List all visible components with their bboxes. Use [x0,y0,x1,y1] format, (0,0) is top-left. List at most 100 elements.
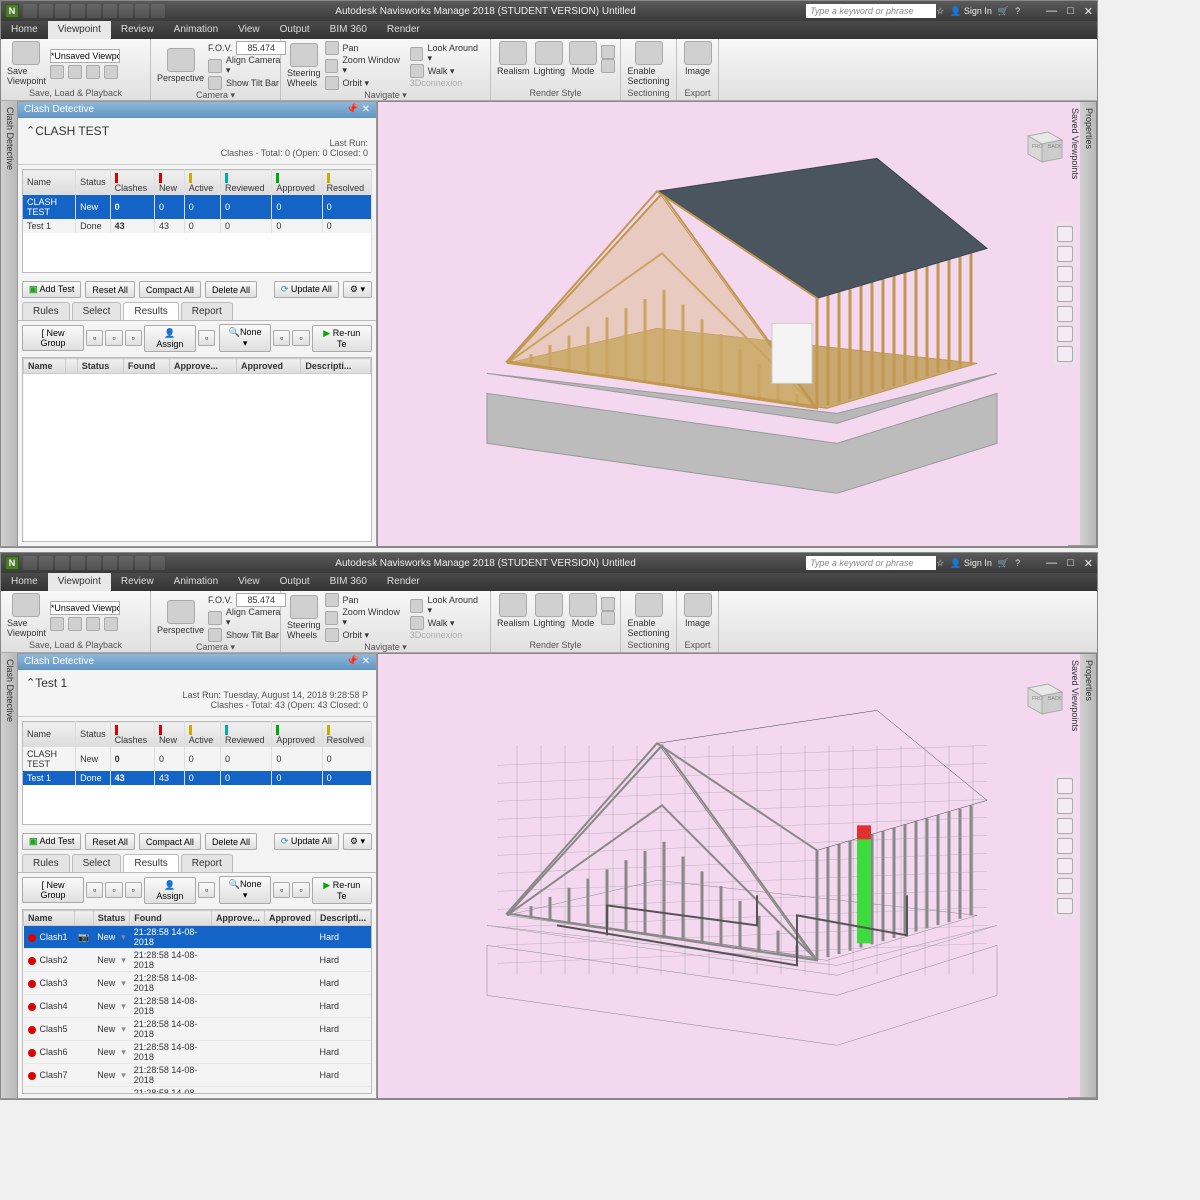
vp-icon[interactable] [104,617,118,631]
dock-tab-properties[interactable]: Properties [1082,102,1096,546]
ribbon-tab-view[interactable]: View [228,21,270,39]
col-header[interactable]: Status [77,359,123,374]
toolbar-icon[interactable]: ▫ [86,330,103,346]
col-header[interactable]: Approved [236,359,300,374]
col-header[interactable]: New [154,722,184,747]
toolbar-icon[interactable]: ▫ [105,330,122,346]
panel-close-icon[interactable]: ✕ [362,104,370,115]
save-viewpoint-button[interactable]: SaveViewpoint [7,593,46,638]
vp-icon[interactable] [104,65,118,79]
style-icon[interactable] [601,59,615,73]
panel-close-icon[interactable]: ✕ [362,656,370,667]
col-header[interactable]: Status [76,170,111,195]
steering-wheels-button[interactable]: SteeringWheels [287,595,321,640]
panel-titlebar[interactable]: Clash Detective📌 ✕ [18,654,376,670]
settings-icon[interactable]: ⚙ ▾ [343,833,372,850]
pan-button[interactable]: Pan [325,41,406,55]
expand-icon[interactable]: ⌃ [26,124,35,138]
qat-button[interactable] [119,556,133,570]
toolbar-icon[interactable]: ▫ [292,882,309,898]
ribbon-tab-viewpoint[interactable]: Viewpoint [48,21,111,39]
dock-tab-clash-detective[interactable]: Clash Detective [3,653,17,1099]
star-icon[interactable]: ☆ [936,558,944,569]
test-row[interactable]: CLASH TESTNew000000 [23,195,372,219]
viewcube[interactable]: FROBACK [1018,122,1066,170]
viewcube[interactable]: FROBACK [1018,674,1066,722]
qat-button[interactable] [55,556,69,570]
col-header[interactable]: Descripti... [301,359,371,374]
toolbar-icon[interactable]: ▫ [105,882,122,898]
tab-report[interactable]: Report [181,302,233,320]
reset-all-button[interactable]: Reset All [85,281,135,298]
col-header[interactable]: Approve... [169,359,236,374]
none-filter-button[interactable]: 🔍None ▾ [219,876,271,904]
tab-select[interactable]: Select [72,302,122,320]
col-header[interactable] [66,359,77,374]
tab-select[interactable]: Select [72,854,122,872]
ribbon-tab-render[interactable]: Render [377,573,430,591]
save-viewpoint-button[interactable]: SaveViewpoint [7,41,46,86]
expand-icon[interactable]: ⌃ [26,676,35,690]
help-icon[interactable]: ? [1015,558,1020,568]
toolbar-icon[interactable]: ▫ [273,330,290,346]
qat-button[interactable] [87,4,101,18]
qat-button[interactable] [39,4,53,18]
dock-tab-saved-viewpoints[interactable]: Saved Viewpoints [1068,102,1082,546]
clash-result-row[interactable]: Clash5New▾21:28:58 14-08-2018Hard [24,1018,371,1041]
fov-input[interactable]: 85.474 [236,41,286,55]
close-button[interactable]: ✕ [1084,5,1093,18]
qat-button[interactable] [151,556,165,570]
results-table[interactable]: NameStatusFoundApprove...ApprovedDescrip… [22,909,372,1094]
col-header[interactable]: Resolved [322,170,371,195]
tab-results[interactable]: Results [123,854,178,872]
tab-rules[interactable]: Rules [22,302,70,320]
tab-report[interactable]: Report [181,854,233,872]
close-button[interactable]: ✕ [1084,557,1093,570]
show-tilt-button[interactable]: Show Tilt Bar [208,76,286,90]
minimize-button[interactable]: — [1046,5,1057,18]
ribbon-tab-render[interactable]: Render [377,21,430,39]
maximize-button[interactable]: □ [1067,557,1074,570]
tests-table[interactable]: NameStatusClashesNewActiveReviewedApprov… [22,721,372,825]
reset-all-button[interactable]: Reset All [85,833,135,850]
col-header[interactable]: Reviewed [221,170,272,195]
col-header[interactable]: Active [184,722,220,747]
clash-result-row[interactable]: Clash6New▾21:28:58 14-08-2018Hard [24,1041,371,1064]
col-header[interactable]: Clashes [110,170,154,195]
col-header[interactable]: Name [23,722,76,747]
qat-button[interactable] [39,556,53,570]
update-all-button[interactable]: ⟳ Update All [274,833,339,850]
panel-titlebar[interactable]: Clash Detective📌 ✕ [18,102,376,118]
compact-all-button[interactable]: Compact All [139,833,201,850]
maximize-button[interactable]: □ [1067,5,1074,18]
clash-result-row[interactable]: Clash1📷New▾21:28:58 14-08-2018Hard [24,926,371,949]
style-icon[interactable] [601,45,615,59]
perspective-button[interactable]: Perspective [157,600,204,635]
qat-button[interactable] [71,556,85,570]
none-filter-button[interactable]: 🔍None ▾ [219,324,271,352]
realism-button[interactable]: Realism [497,593,530,628]
viewpoint-combo[interactable] [50,601,120,615]
col-header[interactable]: Status [76,722,111,747]
app-logo-icon[interactable]: N [5,4,19,18]
test-row[interactable]: Test 1Done43430000 [23,219,372,233]
steering-wheels-button[interactable]: SteeringWheels [287,43,321,88]
cart-icon[interactable]: 🛒 [998,6,1009,17]
col-header[interactable]: Reviewed [221,722,272,747]
col-header[interactable]: New [154,170,184,195]
enable-sectioning-button[interactable]: EnableSectioning [627,41,670,86]
ribbon-tab-review[interactable]: Review [111,573,164,591]
dock-tab-clash-detective[interactable]: Clash Detective [3,101,17,547]
dock-tab-properties[interactable]: Properties [1082,654,1096,1098]
qat-button[interactable] [103,4,117,18]
mode-button[interactable]: Mode [569,593,597,628]
search-input[interactable]: Type a keyword or phrase [806,556,936,570]
col-header[interactable]: Descripti... [315,911,370,926]
fov-input[interactable]: 85.474 [236,593,286,607]
style-icon[interactable] [601,611,615,625]
vp-icon[interactable] [50,65,64,79]
dock-tab-selection-tree[interactable]: Selection Tree [0,653,3,1099]
assign-button[interactable]: 👤 Assign [144,877,196,904]
clash-result-row[interactable]: Clash7New▾21:28:58 14-08-2018Hard [24,1064,371,1087]
results-table[interactable]: NameStatusFoundApprove...ApprovedDescrip… [22,357,372,542]
